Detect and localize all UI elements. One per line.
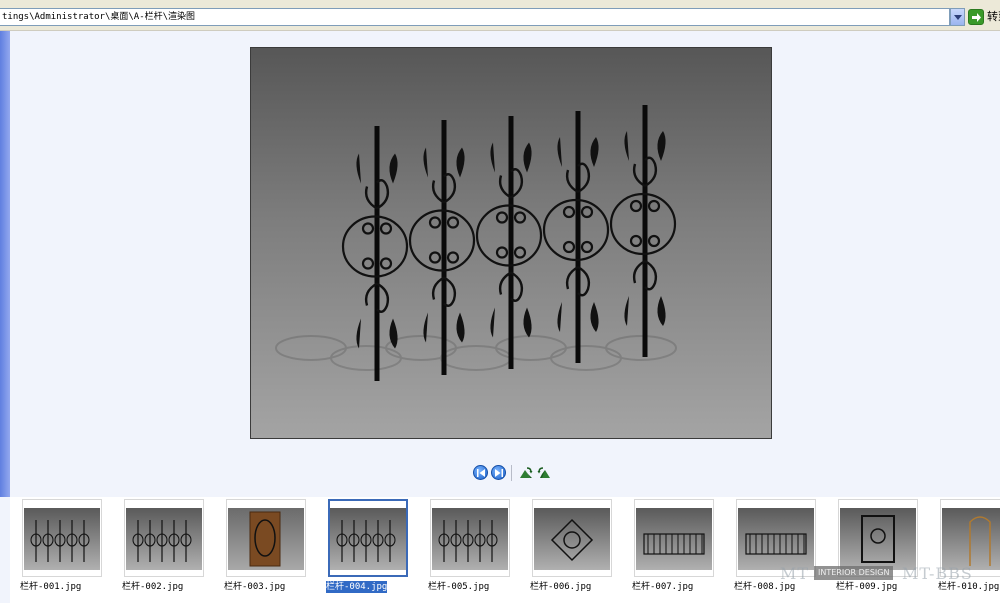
baluster xyxy=(542,111,610,363)
address-bar: tings\Administrator\桌面\A-栏杆\渲染图 转到 xyxy=(0,0,1000,31)
thumbnail-item[interactable] xyxy=(22,499,102,577)
baluster xyxy=(341,126,409,381)
rotate-cw-icon xyxy=(520,467,533,478)
image-preview xyxy=(250,47,772,439)
go-label: 转到 xyxy=(987,10,1000,23)
thumbnail-filename: 栏杆-008.jpg xyxy=(734,582,796,592)
thumbnail-image xyxy=(24,508,100,570)
address-dropdown-button[interactable] xyxy=(950,8,965,26)
thumbnail-filename: 栏杆-001.jpg xyxy=(20,582,82,592)
thumbnail-item[interactable] xyxy=(226,499,306,577)
rotate-ccw-icon xyxy=(537,467,550,478)
thumbnail-image xyxy=(330,508,406,570)
thumbnail-filmstrip: 栏杆-001.jpg 栏杆-002.jpg 栏杆-003.jpg 栏杆-004.jpg… xyxy=(10,497,1000,603)
thumbnail-item[interactable] xyxy=(328,499,408,577)
thumbnail-filename: 栏杆-002.jpg xyxy=(122,582,184,592)
preview-image xyxy=(275,105,677,381)
toolbar-separator xyxy=(511,465,512,481)
next-icon xyxy=(495,469,503,477)
address-input[interactable]: tings\Administrator\桌面\A-栏杆\渲染图 xyxy=(0,8,950,26)
previous-image-button[interactable] xyxy=(473,465,488,480)
thumbnail-filename: 栏杆-005.jpg xyxy=(428,582,490,592)
go-arrow-icon xyxy=(968,9,984,25)
left-panel-strip xyxy=(0,31,10,497)
baluster xyxy=(609,105,677,357)
chevron-down-icon xyxy=(954,15,962,20)
address-path-text: tings\Administrator\桌面\A-栏杆\渲染图 xyxy=(2,12,196,22)
rotate-clockwise-button[interactable] xyxy=(518,465,534,480)
thumbnail-item[interactable] xyxy=(940,499,1000,577)
thumbnail-image xyxy=(432,508,508,570)
thumbnail-image xyxy=(942,508,1000,570)
baluster xyxy=(475,116,543,369)
thumbnail-image xyxy=(636,508,712,570)
thumbnail-item[interactable] xyxy=(124,499,204,577)
go-button[interactable]: 转到 xyxy=(968,8,1000,26)
thumbnail-image xyxy=(228,508,304,570)
thumbnail-image xyxy=(534,508,610,570)
thumbnail-filename: 栏杆-009.jpg xyxy=(836,582,898,592)
rotate-counterclockwise-button[interactable] xyxy=(536,465,552,480)
thumbnail-filename: 栏杆-010.jpg xyxy=(938,582,1000,592)
thumbnail-item[interactable] xyxy=(430,499,510,577)
thumbnail-filename: 栏杆-004.jpg xyxy=(326,581,388,593)
thumbnail-filename: 栏杆-007.jpg xyxy=(632,582,694,592)
thumbnail-filename: 栏杆-003.jpg xyxy=(224,582,286,592)
image-nav-toolbar xyxy=(470,463,560,483)
thumbnail-item[interactable] xyxy=(736,499,816,577)
thumbnail-filename: 栏杆-006.jpg xyxy=(530,582,592,592)
prev-icon xyxy=(477,469,485,477)
thumbnail-image xyxy=(738,508,814,570)
thumbnail-item[interactable] xyxy=(634,499,714,577)
floor-shadow xyxy=(275,335,677,371)
next-image-button[interactable] xyxy=(491,465,506,480)
thumbnail-image xyxy=(840,508,916,570)
thumbnail-item[interactable] xyxy=(532,499,612,577)
thumbnail-item[interactable] xyxy=(838,499,918,577)
thumbnail-image xyxy=(126,508,202,570)
